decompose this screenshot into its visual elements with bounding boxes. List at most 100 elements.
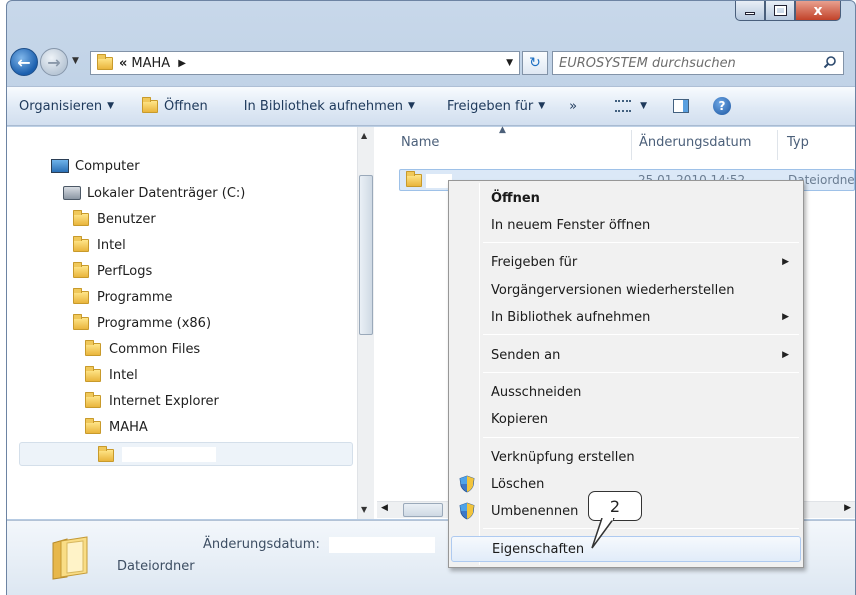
column-header-type[interactable]: Typ [787, 135, 809, 150]
share-menu[interactable]: Freigeben für ▼ [447, 99, 545, 114]
tree-item-label: Programme (x86) [97, 315, 212, 331]
help-button[interactable]: ? [713, 97, 731, 115]
refresh-icon: ↻ [529, 55, 541, 71]
details-date-label: Änderungsdatum: [203, 537, 320, 552]
menu-item-label: Verknüpfung erstellen [491, 449, 635, 465]
tree-item-folder[interactable]: Programme [73, 286, 173, 308]
menu-item-label: Eigenschaften [492, 541, 585, 557]
close-icon: x [813, 2, 823, 19]
back-button[interactable]: ← [10, 48, 38, 76]
views-menu[interactable]: ▼ [613, 100, 647, 112]
recent-pages-dropdown[interactable]: ▼ [72, 56, 79, 66]
maximize-button[interactable] [765, 1, 795, 21]
more-label: » [569, 98, 578, 114]
tree-item-folder[interactable]: MAHA [85, 416, 148, 438]
menu-item-restore-versions[interactable]: Vorgängerversionen wiederherstellen [451, 277, 801, 303]
search-box[interactable]: EUROSYSTEM durchsuchen [552, 51, 844, 75]
scrollbar-thumb[interactable] [403, 503, 443, 517]
caption-buttons: x [735, 1, 841, 21]
forward-button[interactable]: → [40, 48, 68, 76]
close-button[interactable]: x [795, 1, 841, 21]
preview-pane-icon [673, 99, 689, 113]
tree-item-folder[interactable]: Programme (x86) [73, 312, 211, 334]
menu-item-cut[interactable]: Ausschneiden [451, 379, 801, 405]
tree-item-selected[interactable] [19, 442, 353, 466]
tree-item-folder[interactable]: Intel [73, 234, 126, 256]
menu-separator [483, 334, 799, 335]
tree-item-label: MAHA [109, 419, 148, 435]
tree-item-folder[interactable]: Common Files [85, 338, 200, 360]
tree-item-drive[interactable]: Lokaler Datenträger (C:) [63, 182, 245, 204]
menu-item-label: In neuem Fenster öffnen [491, 217, 651, 233]
more-commands-button[interactable]: » [569, 99, 577, 114]
menu-item-send-to[interactable]: Senden an ▶ [451, 342, 801, 368]
folder-icon [73, 313, 89, 330]
tree-item-folder[interactable]: Benutzer [73, 208, 156, 230]
menu-item-label: Öffnen [491, 190, 540, 206]
tree-item-label: Programme [97, 289, 173, 305]
address-dropdown-icon[interactable]: ▼ [506, 58, 513, 68]
column-header-date[interactable]: Änderungsdatum [639, 135, 751, 150]
scroll-up-icon[interactable]: ▲ [361, 131, 367, 140]
breadcrumb-overflow[interactable]: « [119, 56, 127, 71]
chevron-down-icon: ▼ [640, 101, 647, 111]
tree-item-label: Common Files [109, 341, 201, 357]
menu-item-open[interactable]: Öffnen [451, 185, 801, 211]
sort-indicator-icon: ▲ [499, 125, 506, 135]
folder-icon [73, 235, 89, 252]
tree-item-computer[interactable]: Computer [51, 155, 140, 177]
column-header-name[interactable]: Name [401, 135, 439, 150]
arrow-right-icon: → [47, 52, 61, 72]
details-type: Dateiordner [117, 559, 195, 574]
computer-icon [51, 159, 69, 173]
tree-item-folder[interactable]: Internet Explorer [85, 390, 219, 412]
search-input[interactable]: EUROSYSTEM durchsuchen [559, 56, 736, 71]
navigation-bar: ← → ▼ « MAHA ▶ ▼ ↻ EUROSYSTEM durchsuche… [8, 46, 846, 76]
tree-scrollbar[interactable]: ▲ ▼ [357, 127, 374, 519]
views-icon [615, 100, 632, 112]
minimize-button[interactable] [735, 1, 765, 21]
minimize-icon [745, 12, 755, 15]
column-separator[interactable] [631, 130, 632, 160]
tree-item-folder[interactable]: PerfLogs [73, 260, 152, 282]
scroll-right-icon[interactable]: ▶ [844, 503, 851, 513]
scroll-left-icon[interactable]: ◀ [381, 503, 388, 513]
chevron-down-icon: ▼ [107, 101, 115, 111]
menu-item-label: Löschen [491, 476, 545, 492]
tree-item-label: PerfLogs [97, 263, 153, 279]
menu-item-share[interactable]: Freigeben für ▶ [451, 249, 801, 275]
address-bar[interactable]: « MAHA ▶ ▼ [90, 51, 520, 75]
scrollbar-thumb[interactable] [359, 175, 373, 335]
menu-item-create-shortcut[interactable]: Verknüpfung erstellen [451, 444, 801, 470]
menu-item-label: Freigeben für [491, 254, 578, 270]
redacted-date-value [329, 537, 435, 553]
menu-item-open-new-window[interactable]: In neuem Fenster öffnen [451, 212, 801, 238]
menu-item-properties[interactable]: Eigenschaften [451, 536, 801, 562]
tree-item-folder[interactable]: Intel [85, 364, 138, 386]
open-button[interactable]: Öffnen [142, 96, 208, 114]
tree-item-label: Intel [97, 237, 126, 253]
step-callout: 2 [588, 491, 642, 521]
callout-pointer-icon [591, 518, 615, 549]
search-icon[interactable] [823, 55, 837, 69]
menu-separator [483, 528, 799, 529]
breadcrumb-maha[interactable]: MAHA [131, 56, 170, 71]
folder-icon [73, 261, 89, 278]
folder-icon [85, 339, 101, 356]
column-separator[interactable] [777, 130, 778, 160]
redacted-folder-name [122, 447, 216, 462]
preview-pane-button[interactable] [673, 99, 689, 113]
menu-item-label: Senden an [491, 347, 561, 363]
submenu-arrow-icon: ▶ [782, 312, 789, 322]
scroll-down-icon[interactable]: ▼ [361, 505, 367, 514]
submenu-arrow-icon: ▶ [782, 350, 789, 360]
menu-item-include-library[interactable]: In Bibliothek aufnehmen ▶ [451, 304, 801, 330]
folder-icon [73, 209, 89, 226]
include-library-menu[interactable]: In Bibliothek aufnehmen ▼ [244, 99, 415, 114]
menu-item-copy[interactable]: Kopieren [451, 406, 801, 432]
folder-icon [98, 446, 114, 462]
chevron-down-icon: ▼ [408, 101, 415, 111]
organize-menu[interactable]: Organisieren ▼ [19, 99, 114, 114]
refresh-button[interactable]: ↻ [522, 51, 548, 75]
breadcrumb-arrow-icon[interactable]: ▶ [178, 58, 186, 69]
